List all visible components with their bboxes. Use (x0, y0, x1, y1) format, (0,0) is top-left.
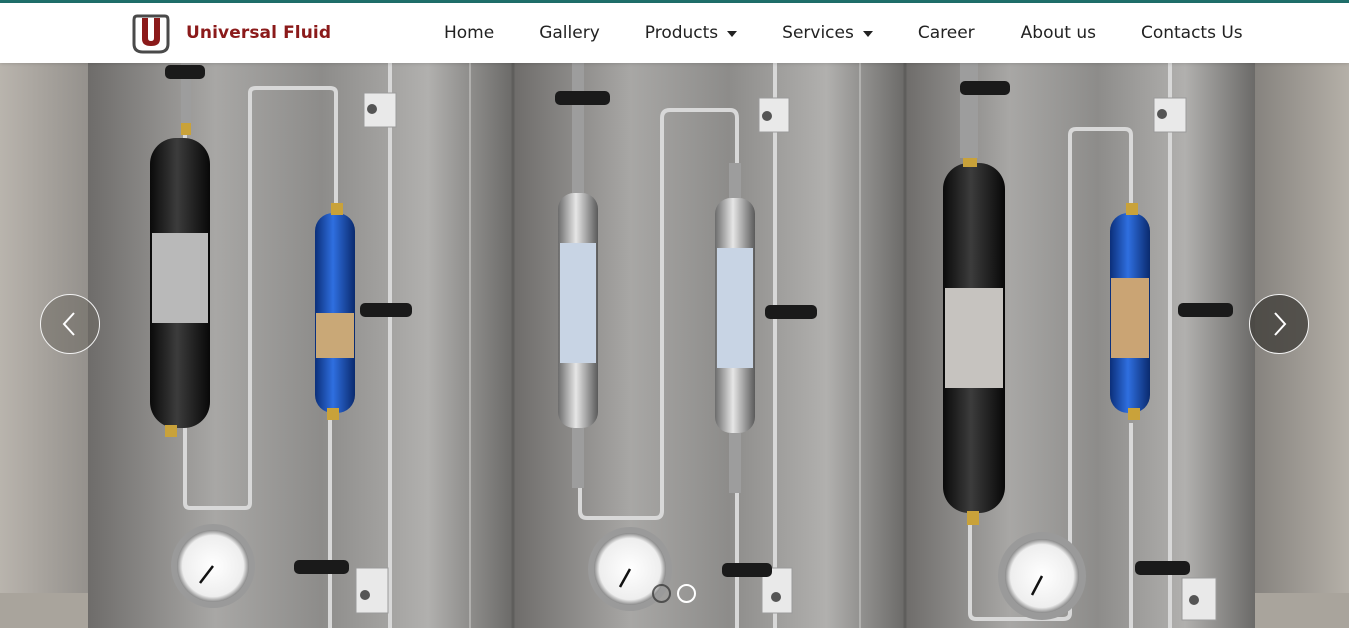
brand-name: Universal Fluid (186, 23, 332, 43)
nav-products-label: Products (644, 23, 719, 43)
carousel-dot-2[interactable] (677, 584, 696, 603)
chevron-left-icon (62, 312, 75, 336)
hero-slide-image (0, 63, 1349, 628)
navbar: Universal Fluid Home Gallery Products Se… (0, 3, 1349, 63)
nav-products[interactable]: Products (644, 23, 738, 43)
nav-home[interactable]: Home (444, 23, 494, 43)
caret-down-icon (727, 31, 738, 37)
nav-services[interactable]: Services (782, 23, 873, 43)
brand-logo-link[interactable]: Universal Fluid (131, 11, 331, 55)
nav-career[interactable]: Career (918, 23, 975, 43)
nav-contacts[interactable]: Contacts Us (1141, 23, 1243, 43)
hero-carousel (0, 63, 1349, 628)
nav-gallery[interactable]: Gallery (539, 23, 600, 43)
carousel-indicators (652, 584, 696, 603)
caret-down-icon (862, 31, 873, 37)
carousel-prev-button[interactable] (40, 294, 100, 354)
nav-about[interactable]: About us (1021, 23, 1096, 43)
carousel-dot-1[interactable] (652, 584, 671, 603)
carousel-next-button[interactable] (1249, 294, 1309, 354)
chevron-right-icon (1274, 312, 1287, 336)
logo-icon (131, 12, 171, 54)
nav-services-label: Services (782, 23, 854, 43)
main-nav: Home Gallery Products Services Career Ab… (444, 3, 1243, 63)
